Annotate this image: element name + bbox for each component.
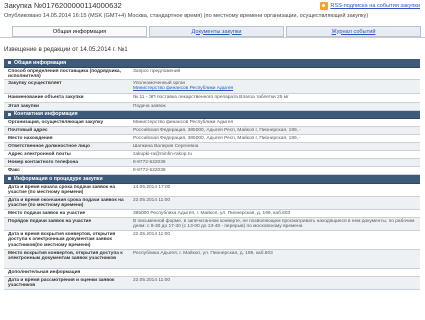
row-value: Российская Федерация, 385000, Адыгея Рес… — [133, 136, 301, 141]
section-marker-icon — [8, 112, 11, 116]
section-title: Контактная информация — [14, 111, 78, 118]
table-row: Дополнительная информация — [4, 269, 420, 277]
row-value: 22.05.2014 11:00 — [133, 231, 170, 237]
row-label: Дата и время рассмотрения и оценки заяво… — [8, 277, 115, 289]
row-label: Дата и время вскрытия конвертов, открыти… — [8, 231, 116, 248]
table-row: Место вскрытия конвертов, открытия досту… — [4, 249, 420, 269]
table-row: Почтовый адрес Российская Федерация, 385… — [4, 127, 420, 135]
table-row: Закупку осуществляет Уполномоченный орга… — [4, 79, 420, 94]
row-value: 8-8772-522038 — [133, 168, 166, 173]
rss-subscription[interactable]: RSS-подписка на события закупки — [320, 2, 420, 10]
section-marker-icon — [8, 177, 11, 181]
section-header-general: Общая информация — [4, 59, 420, 68]
tab-documents-label[interactable]: Документы закупки — [192, 29, 242, 35]
row-label: Организация, осуществляющая закупку — [8, 120, 104, 125]
table-row: Номер контактного телефона 8-8772-522036 — [4, 159, 420, 167]
table-row: Место подачи заявок на участие 385000 Ре… — [4, 210, 420, 218]
section-marker-icon — [8, 61, 11, 65]
table-row: Дата и время начала срока подачи заявок … — [4, 184, 420, 197]
table-row: Способ определения поставщика (подрядчик… — [4, 68, 420, 80]
tab-bar: Общая информация Документы закупки Журна… — [12, 26, 423, 37]
row-value: В письменной форме, в запечатанном конве… — [133, 218, 415, 230]
row-value: 22.05.2014 11:00 — [133, 197, 170, 203]
table-row: Ответственное должностное лицо Шапкина В… — [4, 143, 420, 151]
row-value: 8-8772-522036 — [133, 160, 166, 165]
rss-subscription-link[interactable]: RSS-подписка на события закупки — [330, 3, 420, 9]
publication-info: Опубликовано 14.05.2014 16:15 (MSK (GMT+… — [4, 13, 369, 19]
tab-general-info[interactable]: Общая информация — [12, 26, 147, 37]
row-label: Способ определения поставщика (подрядчик… — [8, 68, 121, 80]
row-label: Дата и время окончания срока подачи заяв… — [8, 197, 124, 209]
row-value — [128, 269, 420, 276]
row-value: 385000 Республика Адыгея, г. Майкоп, ул.… — [133, 210, 291, 216]
row-value: 14.05.2014 17:00 — [133, 184, 171, 190]
table-row: Порядок подачи заявок на участие В письм… — [4, 217, 420, 231]
row-value: 22.05.2014 11:00 — [133, 277, 170, 283]
section-title: Информация о процедуре закупки — [14, 175, 103, 182]
page-title: Закупка №0176200000114000632 — [4, 1, 122, 10]
table-row: Адрес электронной почты zakupki-ra@minfi… — [4, 151, 420, 159]
row-label: Ответственное должностное лицо — [8, 144, 90, 149]
row-label: Место подачи заявок на участие — [8, 210, 86, 216]
row-label: Этап закупки — [8, 103, 39, 109]
section-header-procedure: Информация о процедуре закупки — [4, 175, 420, 184]
customer-link[interactable]: Министерство финансов Республики Адыгея — [133, 86, 416, 92]
row-label: Номер контактного телефона — [8, 160, 79, 165]
tab-general-info-label: Общая информация — [52, 28, 107, 35]
table-row: Место нахождения Российская Федерация, 3… — [4, 135, 420, 143]
row-label: Место вскрытия конвертов, открытия досту… — [8, 250, 123, 262]
table-row: Организация, осуществляющая закупку Мини… — [4, 119, 420, 127]
table-row: Факс 8-8772-522038 — [4, 167, 420, 175]
row-label: Факс — [8, 168, 20, 173]
row-value: Российская Федерация, 385000, Адыгея Рес… — [133, 128, 301, 133]
row-label: Дополнительная информация — [8, 269, 81, 275]
tab-event-log-label[interactable]: Журнал событий — [332, 29, 376, 35]
table-row: Дата и время вскрытия конвертов, открыти… — [4, 231, 420, 250]
row-label: Почтовый адрес — [8, 128, 48, 133]
table-row: Дата и время окончания срока подачи заяв… — [4, 196, 420, 210]
row-value: Запрос предложений — [133, 68, 181, 74]
table-row: Этап закупки Подача заявок — [4, 102, 420, 111]
row-value: Подача заявок — [133, 103, 166, 109]
tab-documents[interactable]: Документы закупки — [149, 26, 284, 37]
row-value: Уполномоченный орган Министерство финанс… — [128, 80, 420, 93]
row-label: Дата и время начала срока подачи заявок … — [8, 184, 116, 196]
rss-icon[interactable] — [320, 2, 329, 10]
tab-divider — [0, 37, 425, 38]
row-label: Адрес электронной почты — [8, 152, 71, 157]
section-header-contacts: Контактная информация — [4, 110, 420, 119]
row-value: Министерство финансов Республики Адыгея — [133, 120, 234, 125]
section-title: Общая информация — [14, 59, 67, 66]
row-label: Порядок подачи заявок на участие — [8, 218, 92, 224]
row-value: Шапкина Валерия Сергеевна — [133, 144, 199, 149]
row-label: Закупку осуществляет — [8, 80, 62, 86]
row-label: Место нахождения — [8, 136, 53, 141]
notice-content: Общая информация Способ определения пост… — [4, 59, 420, 290]
row-value: Республика Адыгея, г. Майкоп, ул. Пионер… — [133, 250, 273, 256]
table-row: Наименование объекта закупки № 11 - ЭП п… — [4, 94, 420, 103]
table-row: Дата и время рассмотрения и оценки заяво… — [4, 276, 420, 290]
row-value: № 11 - ЭП поставка лекарственного препар… — [133, 94, 289, 100]
email-value: zakupki-ra@minfin-rakop.ru — [133, 152, 192, 157]
edition-text: Извещение в редакции от 14.05.2014 г. №1 — [4, 46, 128, 53]
tab-event-log[interactable]: Журнал событий — [286, 26, 421, 37]
row-label: Наименование объекта закупки — [8, 94, 84, 100]
